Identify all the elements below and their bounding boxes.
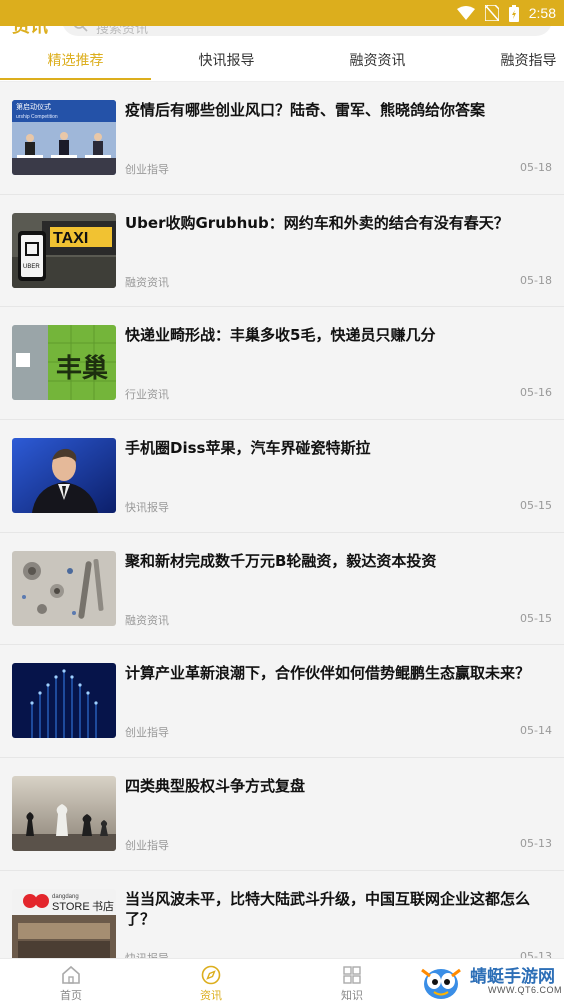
article-item[interactable]: 第启动仪式 urship Competition 疫情后有哪些创业风口？陆奇、雷… (0, 82, 564, 195)
article-date: 05-18 (520, 273, 552, 287)
article-category: 快讯报导 (125, 501, 169, 515)
wifi-icon (456, 6, 475, 20)
article-title: Uber收购Grubhub：网约车和外卖的结合有没有春天？ (125, 213, 509, 232)
article-thumbnail-metal (12, 550, 116, 626)
article-item[interactable]: 聚和新材完成数千万元B轮融资，毅达资本投资 融资资讯 05-15 (0, 532, 564, 646)
status-bar: 2:58 (0, 0, 564, 26)
article-item[interactable]: 四类典型股权斗争方式复盘 创业指导 05-13 (0, 758, 564, 871)
thumb-text-conference-sub: urship Competition (16, 114, 58, 120)
top-header: 资讯 搜索资讯 (0, 26, 564, 40)
search-icon (72, 26, 88, 36)
active-tab-indicator (0, 78, 151, 80)
dragonfly-logo-icon (416, 962, 466, 1002)
nav-knowledge-label: 知识 (341, 989, 363, 1002)
article-thumbnail-conference: 第启动仪式 urship Competition (12, 100, 116, 175)
article-title: 聚和新材完成数千万元B轮融资，毅达资本投资 (125, 551, 437, 570)
article-thumbnail-locker: 丰巢 (12, 325, 116, 401)
article-title: 计算产业革新浪潮下，合作伙伴如何借势鲲鹏生态赢取未来？ (125, 664, 531, 683)
tab-news-flash[interactable]: 快讯报导 (151, 40, 302, 82)
article-category: 行业资讯 (125, 388, 169, 402)
article-date: 05-16 (520, 386, 552, 400)
nav-knowledge[interactable]: 知识 (307, 959, 397, 1002)
nav-news-label: 资讯 (200, 989, 222, 1002)
article-thumbnail-uber: TAXI UBER (12, 212, 116, 288)
battery-icon (508, 4, 519, 22)
status-time: 2:58 (528, 5, 556, 21)
app-root: 2:58 资讯 搜索资讯 精选推荐 快讯报导 融资资讯 融资指导 第启动仪式 u… (0, 0, 564, 1002)
article-date: 05-15 (520, 499, 552, 513)
thumb-text-taxi: TAXI (53, 230, 88, 247)
no-sim-icon (484, 5, 499, 21)
category-tabs: 精选推荐 快讯报导 融资资讯 融资指导 (0, 40, 564, 82)
thumb-text-store: STORE (52, 901, 90, 913)
tab-featured[interactable]: 精选推荐 (0, 40, 151, 82)
article-category: 创业指导 (125, 839, 169, 853)
article-date: 05-14 (520, 724, 552, 738)
article-item[interactable]: 计算产业革新浪潮下，合作伙伴如何借势鲲鹏生态赢取未来？ 创业指导 05-14 (0, 645, 564, 759)
article-category: 融资资讯 (125, 613, 169, 627)
article-thumbnail-dangdang: dangdang STORE 书店 (12, 888, 116, 964)
article-list: 第启动仪式 urship Competition 疫情后有哪些创业风口？陆奇、雷… (0, 82, 564, 984)
article-item[interactable]: 丰巢 快递业畸形战：丰巢多收5毛，快递员只赚几分 行业资讯 05-16 (0, 307, 564, 421)
article-title: 四类典型股权斗争方式复盘 (125, 777, 306, 796)
nav-news[interactable]: 资讯 (166, 959, 256, 1002)
tab-funding-guide[interactable]: 融资指导 (453, 40, 564, 82)
article-thumbnail-chess (12, 776, 116, 852)
watermark-text: 蜻蜓手游网 (470, 967, 555, 987)
search-placeholder: 搜索资讯 (96, 26, 149, 37)
article-date: 05-18 (520, 161, 552, 174)
thumb-text-store-cn: 书店 (92, 899, 114, 913)
article-thumbnail-circuit (12, 663, 116, 739)
article-category: 创业指导 (125, 163, 169, 176)
thumb-text-dangdang: dangdang (52, 894, 79, 900)
watermark-url: WWW.QT6.COM (488, 985, 562, 995)
nav-home-label: 首页 (60, 989, 82, 1002)
article-date: 05-15 (520, 611, 552, 625)
thumb-text-uber: UBER (23, 264, 40, 270)
article-title: 当当风波未平，比特大陆武斗升级，中国互联网企业这都怎么了？ (125, 889, 531, 928)
tab-funding-news[interactable]: 融资资讯 (302, 40, 453, 82)
article-item[interactable]: 手机圈Diss苹果，汽车界碰瓷特斯拉 快讯报导 05-15 (0, 420, 564, 533)
article-category: 创业指导 (125, 726, 169, 740)
article-thumbnail-portrait (12, 438, 116, 514)
thumb-text-conference: 第启动仪式 (16, 102, 51, 111)
article-date: 05-13 (520, 837, 552, 851)
article-title: 疫情后有哪些创业风口？陆奇、雷军、熊晓鸽给你答案 (125, 101, 486, 119)
header-brand: 资讯 (12, 26, 48, 37)
thumb-text-fengchao: 丰巢 (56, 354, 108, 384)
article-item[interactable]: TAXI UBER Uber收购Grubhub：网约车和外卖的结合有没有春天？ … (0, 194, 564, 308)
article-title: 快递业畸形战：丰巢多收5毛，快递员只赚几分 (125, 326, 436, 345)
article-category: 融资资讯 (125, 275, 169, 289)
search-input[interactable]: 搜索资讯 (62, 26, 552, 37)
article-title: 手机圈Diss苹果，汽车界碰瓷特斯拉 (125, 439, 371, 458)
watermark: 蜻蜓手游网 WWW.QT6.COM (414, 960, 564, 1002)
nav-home[interactable]: 首页 (26, 959, 116, 1002)
